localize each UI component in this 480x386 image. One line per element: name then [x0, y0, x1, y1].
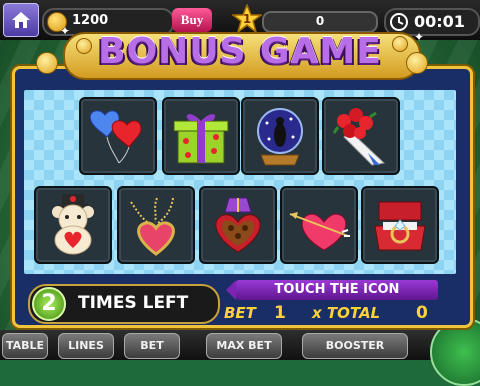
teddy-bear-icon: [52, 194, 94, 255]
bonus-card-chocolates[interactable]: [199, 186, 277, 264]
bet-button[interactable]: BET: [124, 333, 180, 359]
bonus-card-balloons[interactable]: [79, 97, 157, 175]
times-left-label: TIMES LEFT: [78, 293, 189, 313]
total-label: x TOTAL: [312, 304, 381, 322]
title-banner: BONUS GAME: [45, 28, 435, 80]
coin-icon: [392, 36, 408, 52]
arrow-heart-icon: [289, 212, 350, 251]
coin-icon: [36, 52, 58, 74]
bonus-card-necklace[interactable]: [117, 186, 195, 264]
chocolate-box-icon: [215, 197, 261, 253]
bonus-card-snowglobe[interactable]: [241, 97, 319, 175]
heart-necklace-icon: [130, 197, 175, 256]
bet-summary: BET 1 x TOTAL 0: [220, 302, 460, 326]
sparkle-icon: ✦: [414, 30, 425, 44]
coin-value: 1200: [72, 13, 109, 28]
total-value: 0: [416, 303, 428, 323]
rose-bouquet-icon: [332, 108, 386, 166]
coin-icon: [406, 52, 428, 74]
bonus-card-gift[interactable]: [162, 97, 240, 175]
instruction-arrow: [226, 280, 236, 300]
bonus-title: BONUS GAME: [98, 31, 382, 72]
ring-box-icon: [374, 201, 426, 251]
bet-label: BET: [224, 304, 256, 322]
level-value: 1: [242, 12, 252, 26]
booster-button[interactable]: BOOSTER: [302, 333, 408, 359]
home-icon: [12, 12, 30, 28]
bet-value: 1: [274, 303, 286, 323]
bonus-card-roses[interactable]: [322, 97, 400, 175]
snow-globe-icon: [257, 108, 303, 166]
times-left-count: 2: [32, 287, 66, 321]
bonus-card-teddy[interactable]: [34, 186, 112, 264]
sparkle-icon: ✦: [60, 24, 71, 38]
table-button[interactable]: TABLE: [2, 333, 48, 359]
xp-value: 0: [315, 14, 325, 28]
gift-box-icon: [173, 114, 229, 164]
times-left-panel: 2 TIMES LEFT: [28, 284, 220, 324]
max-bet-button[interactable]: MAX BET: [206, 333, 282, 359]
bonus-card-ring[interactable]: [361, 186, 439, 264]
coin-icon: [76, 38, 92, 54]
bonus-card-arrow-heart[interactable]: [280, 186, 358, 264]
balloon-hearts-icon: [89, 110, 142, 164]
instruction-banner: TOUCH THE ICON: [236, 280, 438, 300]
lines-button[interactable]: LINES: [58, 333, 114, 359]
home-button[interactable]: [3, 3, 39, 37]
